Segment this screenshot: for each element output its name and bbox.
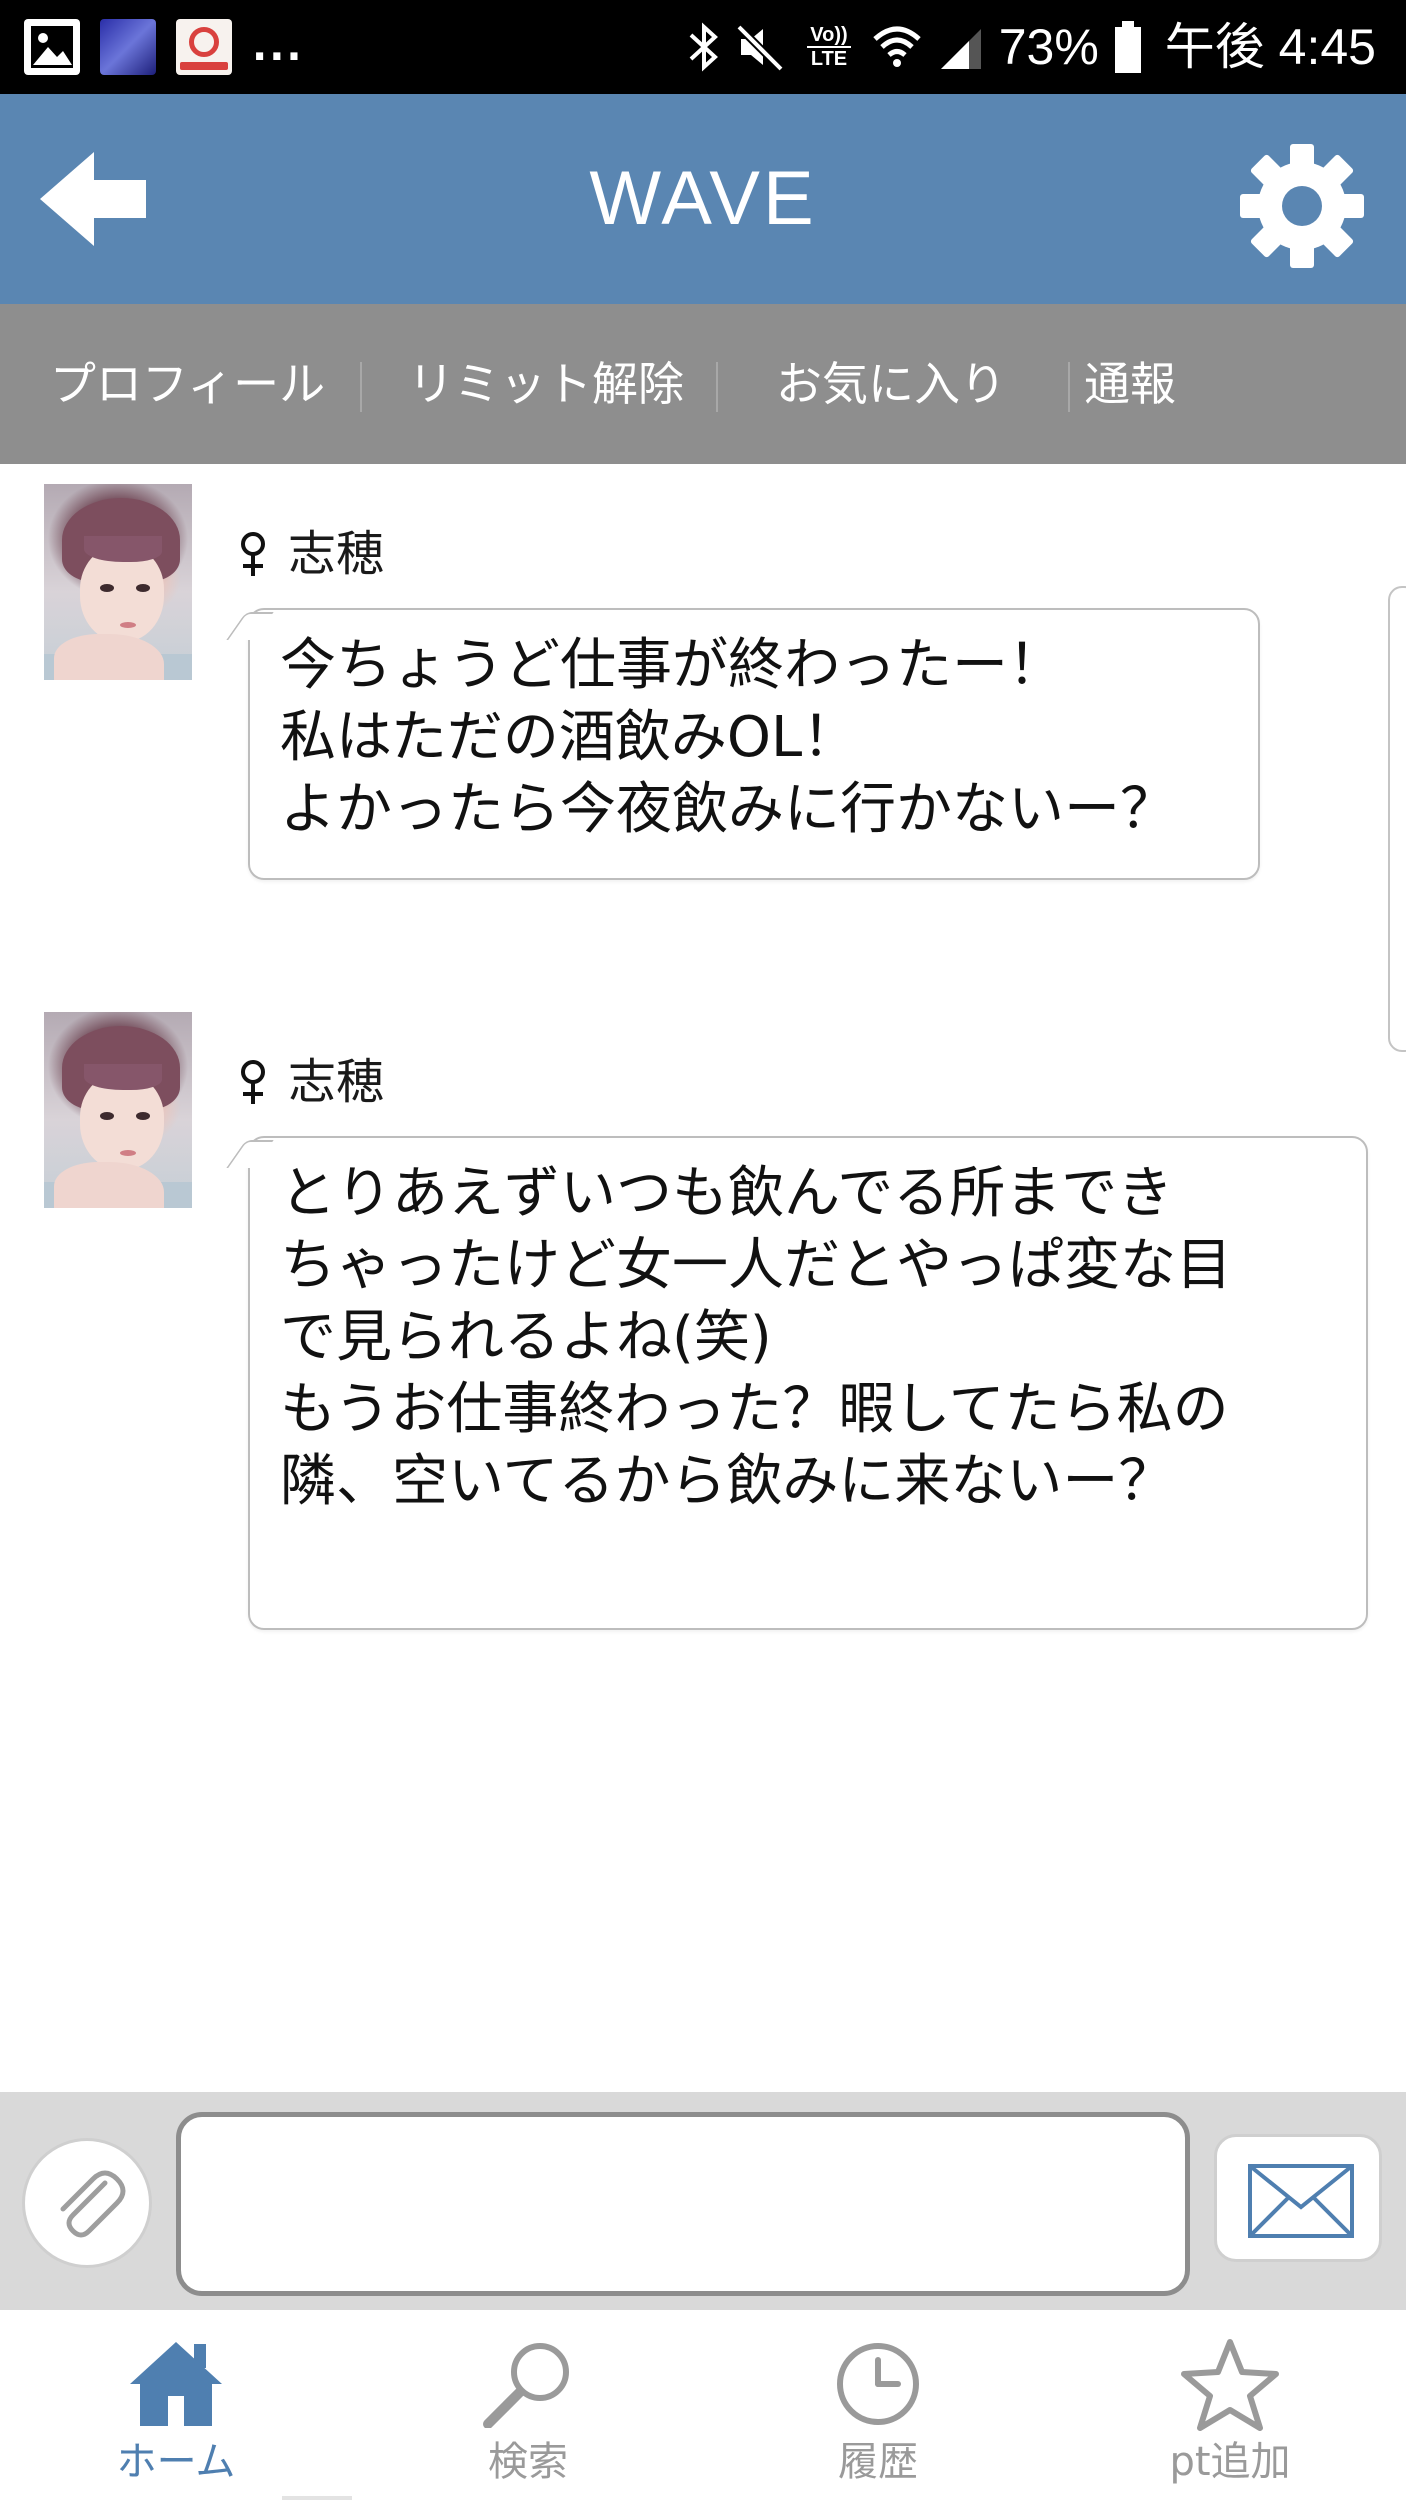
app-notification-icon — [100, 19, 156, 75]
home-icon — [130, 2342, 222, 2426]
message-item: 志穂 とりあえずいつも飲んでる所までき ちゃったけど女一人だとやっぱ変な目 で見… — [0, 1012, 1406, 1652]
scroll-edge — [1388, 586, 1406, 1052]
tab-favorites[interactable]: お気に入り — [776, 304, 1006, 464]
app-screen: ... Vo)) LTE 73% 午後 4:45 WAVE プロフィール リミッ… — [0, 0, 1406, 2500]
message-item: 志穂 今ちょうど仕事が終わったー！ 私はただの酒飲みOL！ よかったら今夜飲みに… — [0, 484, 1406, 904]
gallery-notification-icon — [24, 19, 80, 75]
status-bar: ... Vo)) LTE 73% 午後 4:45 — [0, 0, 1406, 94]
notification-icons: ... — [24, 18, 304, 76]
svg-text:Vo)): Vo)) — [810, 24, 847, 46]
tab-label: pt追加 — [1169, 2439, 1291, 2485]
paperclip-icon — [60, 2170, 126, 2238]
wifi-icon — [871, 21, 923, 73]
sender-name: 志穂 — [288, 1054, 385, 1110]
tab-label: 履歴 — [838, 2439, 918, 2485]
svg-text:LTE: LTE — [811, 48, 847, 70]
message-input[interactable] — [176, 2112, 1190, 2296]
divider — [1068, 362, 1070, 412]
message-composer — [0, 2092, 1406, 2310]
avatar[interactable] — [44, 484, 192, 680]
star-icon — [1181, 2339, 1279, 2431]
tab-home[interactable]: ホーム — [56, 2310, 296, 2500]
volte-icon: Vo)) LTE — [801, 17, 857, 77]
message-sender: 志穂 — [238, 524, 384, 584]
sub-navigation: プロフィール リミット解除 お気に入り 通報 — [0, 304, 1406, 464]
bottom-navigation: ホーム 検索 履歴 pt追加 — [0, 2310, 1406, 2500]
message-bubble: とりあえずいつも飲んでる所までき ちゃったけど女一人だとやっぱ変な目 で見られる… — [226, 1136, 1368, 1630]
gear-icon — [1240, 144, 1364, 268]
tab-report[interactable]: 通報 — [1084, 304, 1176, 464]
female-icon — [241, 532, 265, 576]
tab-label: 検索 — [488, 2439, 568, 2485]
tab-profile[interactable]: プロフィール — [50, 304, 325, 464]
message-text: 今ちょうど仕事が終わったー！ 私はただの酒飲みOL！ よかったら今夜飲みに行かな… — [280, 633, 1176, 842]
battery-icon — [1113, 19, 1143, 75]
signal-icon — [937, 21, 985, 73]
app-header: WAVE — [0, 94, 1406, 304]
search-icon — [483, 2343, 569, 2428]
avatar[interactable] — [44, 1012, 192, 1208]
app-notification-icon — [176, 19, 232, 75]
home-indicator — [282, 2496, 352, 2500]
female-icon — [241, 1060, 265, 1104]
envelope-icon — [1248, 2164, 1354, 2238]
tab-limit-release[interactable]: リミット解除 — [408, 304, 684, 464]
divider — [360, 362, 362, 412]
tab-label: ホーム — [116, 2439, 236, 2485]
tab-history[interactable]: 履歴 — [758, 2310, 998, 2500]
divider — [716, 362, 718, 412]
send-button[interactable] — [1214, 2134, 1382, 2262]
system-status-icons: Vo)) LTE 73% 午後 4:45 — [687, 10, 1376, 84]
tab-search[interactable]: 検索 — [408, 2310, 648, 2500]
message-sender: 志穂 — [238, 1052, 384, 1112]
message-bubble: 今ちょうど仕事が終わったー！ 私はただの酒飲みOL！ よかったら今夜飲みに行かな… — [226, 608, 1260, 880]
battery-percent: 73% — [998, 19, 1099, 75]
mute-icon — [735, 21, 787, 73]
clock-icon — [837, 2343, 919, 2425]
settings-button[interactable] — [1236, 140, 1368, 272]
more-notifications-indicator: ... — [252, 24, 304, 70]
message-text: とりあえずいつも飲んでる所までき ちゃったけど女一人だとやっぱ変な目 で見られる… — [280, 1161, 1232, 1514]
attach-button[interactable] — [22, 2138, 152, 2268]
app-title: WAVE — [589, 156, 817, 241]
tab-add-points[interactable]: pt追加 — [1110, 2310, 1350, 2500]
clock-time: 午後 4:45 — [1164, 19, 1376, 75]
sender-name: 志穂 — [288, 526, 385, 582]
bluetooth-icon — [687, 21, 721, 73]
